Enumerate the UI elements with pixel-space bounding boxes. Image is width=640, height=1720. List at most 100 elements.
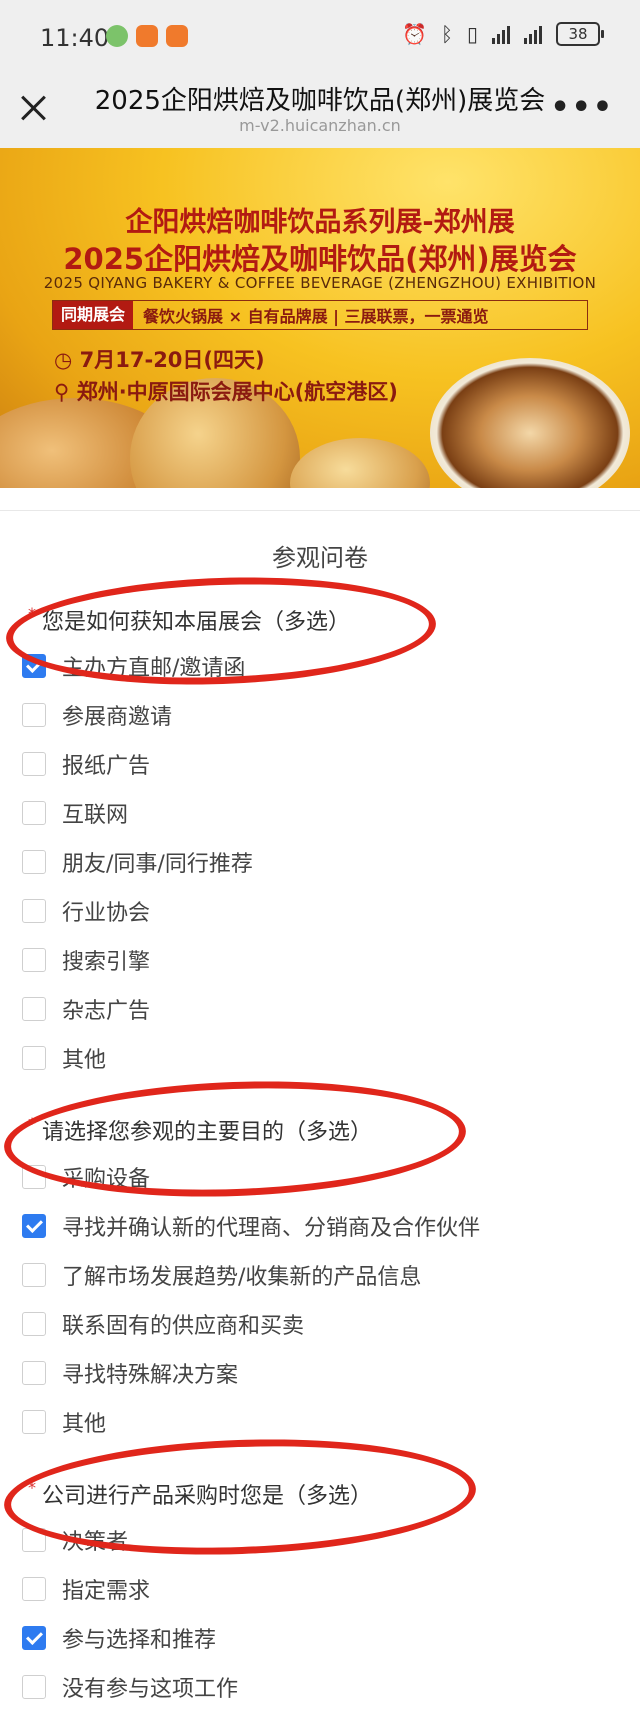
option-label: 朋友/同事/同行推荐 (62, 852, 253, 877)
page-title: 2025企阳烘焙及咖啡饮品(郑州)展览会 (94, 86, 546, 116)
divider (0, 510, 640, 511)
option-q2-3[interactable]: 了解市场发展趋势/收集新的产品信息 (22, 1258, 421, 1292)
checkbox[interactable] (22, 1410, 46, 1434)
checkbox[interactable] (22, 1263, 46, 1287)
event-banner: 企阳烘焙咖啡饮品系列展-郑州展 2025企阳烘焙及咖啡饮品(郑州)展览会 202… (0, 148, 640, 488)
checkbox[interactable] (22, 1577, 46, 1601)
option-label: 报纸广告 (62, 754, 151, 779)
checkbox[interactable] (22, 997, 46, 1021)
app-icon (166, 25, 188, 47)
option-label: 其他 (62, 1412, 107, 1437)
option-q2-4[interactable]: 联系固有的供应商和买卖 (22, 1307, 304, 1341)
checkbox[interactable] (22, 948, 46, 972)
option-q1-9[interactable]: 其他 (22, 1041, 106, 1075)
option-label: 杂志广告 (62, 999, 151, 1024)
banner-title: 2025企阳烘焙及咖啡饮品(郑州)展览会 (63, 242, 577, 276)
option-q3-4[interactable]: 没有参与这项工作 (22, 1670, 238, 1704)
question-text: 公司进行产品采购时您是（多选） (42, 1484, 373, 1509)
concurrent-tag: 同期展会 (53, 301, 134, 329)
option-q1-5[interactable]: 朋友/同事/同行推荐 (22, 845, 253, 879)
option-q1-3[interactable]: 报纸广告 (22, 747, 150, 781)
app-icon (136, 25, 158, 47)
option-label: 寻找特殊解决方案 (62, 1363, 239, 1388)
option-q2-6[interactable]: 其他 (22, 1405, 106, 1439)
option-q2-1[interactable]: 采购设备 (22, 1160, 150, 1194)
event-date-text: 7月17-20日(四天) (79, 348, 265, 372)
option-q1-1[interactable]: 主办方直邮/邀请函 (22, 649, 245, 683)
option-label: 其他 (62, 1048, 107, 1073)
event-venue: ⚲ 郑州·中原国际会展中心(航空港区) (54, 376, 398, 406)
option-label: 主办方直邮/邀请函 (62, 656, 246, 681)
battery-icon: 38 (556, 22, 604, 46)
question-2-label: * 请选择您参观的主要目的（多选） (28, 1114, 372, 1146)
checkbox[interactable] (22, 1675, 46, 1699)
option-label: 寻找并确认新的代理商、分销商及合作伙伴 (62, 1216, 481, 1241)
status-bar: 11:40 ⏰ ᛒ ▯ 38 (0, 0, 640, 72)
bread-image (290, 438, 430, 488)
concurrent-exhibitions-strip: 同期展会 餐饮火锅展 × 自有品牌展 | 三展联票，一票通览 (52, 300, 588, 330)
option-label: 决策者 (62, 1530, 129, 1555)
checkbox[interactable] (22, 801, 46, 825)
option-q3-1[interactable]: 决策者 (22, 1523, 128, 1557)
event-date: ◷ 7月17-20日(四天) (54, 344, 265, 374)
question-3-label: * 公司进行产品采购时您是（多选） (28, 1478, 372, 1510)
signal-icon (524, 24, 542, 44)
checkbox-checked[interactable] (22, 1626, 46, 1650)
question-text: 您是如何获知本届展会（多选） (42, 610, 351, 635)
option-q3-2[interactable]: 指定需求 (22, 1572, 150, 1606)
clock: 11:40 (40, 24, 110, 52)
checkbox[interactable] (22, 752, 46, 776)
banner-english-title: 2025 QIYANG BAKERY & COFFEE BEVERAGE (ZH… (43, 274, 597, 292)
option-q1-8[interactable]: 杂志广告 (22, 992, 150, 1026)
concurrent-text: 餐饮火锅展 × 自有品牌展 | 三展联票，一票通览 (143, 307, 489, 326)
option-label: 行业协会 (62, 901, 151, 926)
option-q2-5[interactable]: 寻找特殊解决方案 (22, 1356, 238, 1390)
page-url: m-v2.huicanzhan.cn (239, 116, 401, 135)
option-label: 采购设备 (62, 1167, 151, 1192)
checkbox[interactable] (22, 1046, 46, 1070)
option-label: 了解市场发展趋势/收集新的产品信息 (62, 1265, 422, 1290)
title-bar: 2025企阳烘焙及咖啡饮品(郑州)展览会 m-v2.huicanzhan.cn … (0, 72, 640, 148)
option-label: 搜索引擎 (62, 950, 151, 975)
clock-icon: ◷ (54, 348, 73, 372)
alarm-icon: ⏰ (402, 22, 427, 46)
checkbox[interactable] (22, 1361, 46, 1385)
required-marker: * (28, 604, 36, 623)
required-marker: * (28, 1478, 36, 1497)
vibrate-icon: ▯ (466, 22, 478, 46)
checkbox[interactable] (22, 1312, 46, 1336)
option-q1-4[interactable]: 互联网 (22, 796, 128, 830)
option-q1-2[interactable]: 参展商邀请 (22, 698, 172, 732)
event-venue-text: 郑州·中原国际会展中心(航空港区) (76, 380, 398, 404)
status-icons: ⏰ ᛒ ▯ 38 (402, 22, 604, 46)
option-label: 联系固有的供应商和买卖 (62, 1314, 305, 1339)
checkbox[interactable] (22, 1528, 46, 1552)
china-mobile-icon (106, 25, 128, 47)
option-q1-7[interactable]: 搜索引擎 (22, 943, 150, 977)
option-label: 参与选择和推荐 (62, 1628, 217, 1653)
option-label: 参展商邀请 (62, 705, 173, 730)
checkbox[interactable] (22, 899, 46, 923)
option-q3-3[interactable]: 参与选择和推荐 (22, 1621, 216, 1655)
form-title: 参观问卷 (272, 544, 368, 572)
checkbox-checked[interactable] (22, 1214, 46, 1238)
coffee-cup-image (430, 358, 630, 488)
option-label: 互联网 (62, 803, 129, 828)
question-1-label: * 您是如何获知本届展会（多选） (28, 604, 350, 636)
bluetooth-icon: ᛒ (440, 22, 453, 46)
checkbox-checked[interactable] (22, 654, 46, 678)
question-text: 请选择您参观的主要目的（多选） (42, 1120, 373, 1145)
location-pin-icon: ⚲ (54, 380, 70, 404)
banner-headline: 企阳烘焙咖啡饮品系列展-郑州展 (125, 207, 515, 238)
checkbox[interactable] (22, 1165, 46, 1189)
option-label: 指定需求 (62, 1579, 151, 1604)
close-icon[interactable] (16, 90, 52, 126)
required-marker: * (28, 1114, 36, 1133)
option-label: 没有参与这项工作 (62, 1677, 239, 1702)
checkbox[interactable] (22, 850, 46, 874)
checkbox[interactable] (22, 703, 46, 727)
option-q2-2[interactable]: 寻找并确认新的代理商、分销商及合作伙伴 (22, 1209, 480, 1243)
signal-icon (492, 24, 510, 44)
more-icon[interactable]: ••• (550, 93, 614, 123)
option-q1-6[interactable]: 行业协会 (22, 894, 150, 928)
